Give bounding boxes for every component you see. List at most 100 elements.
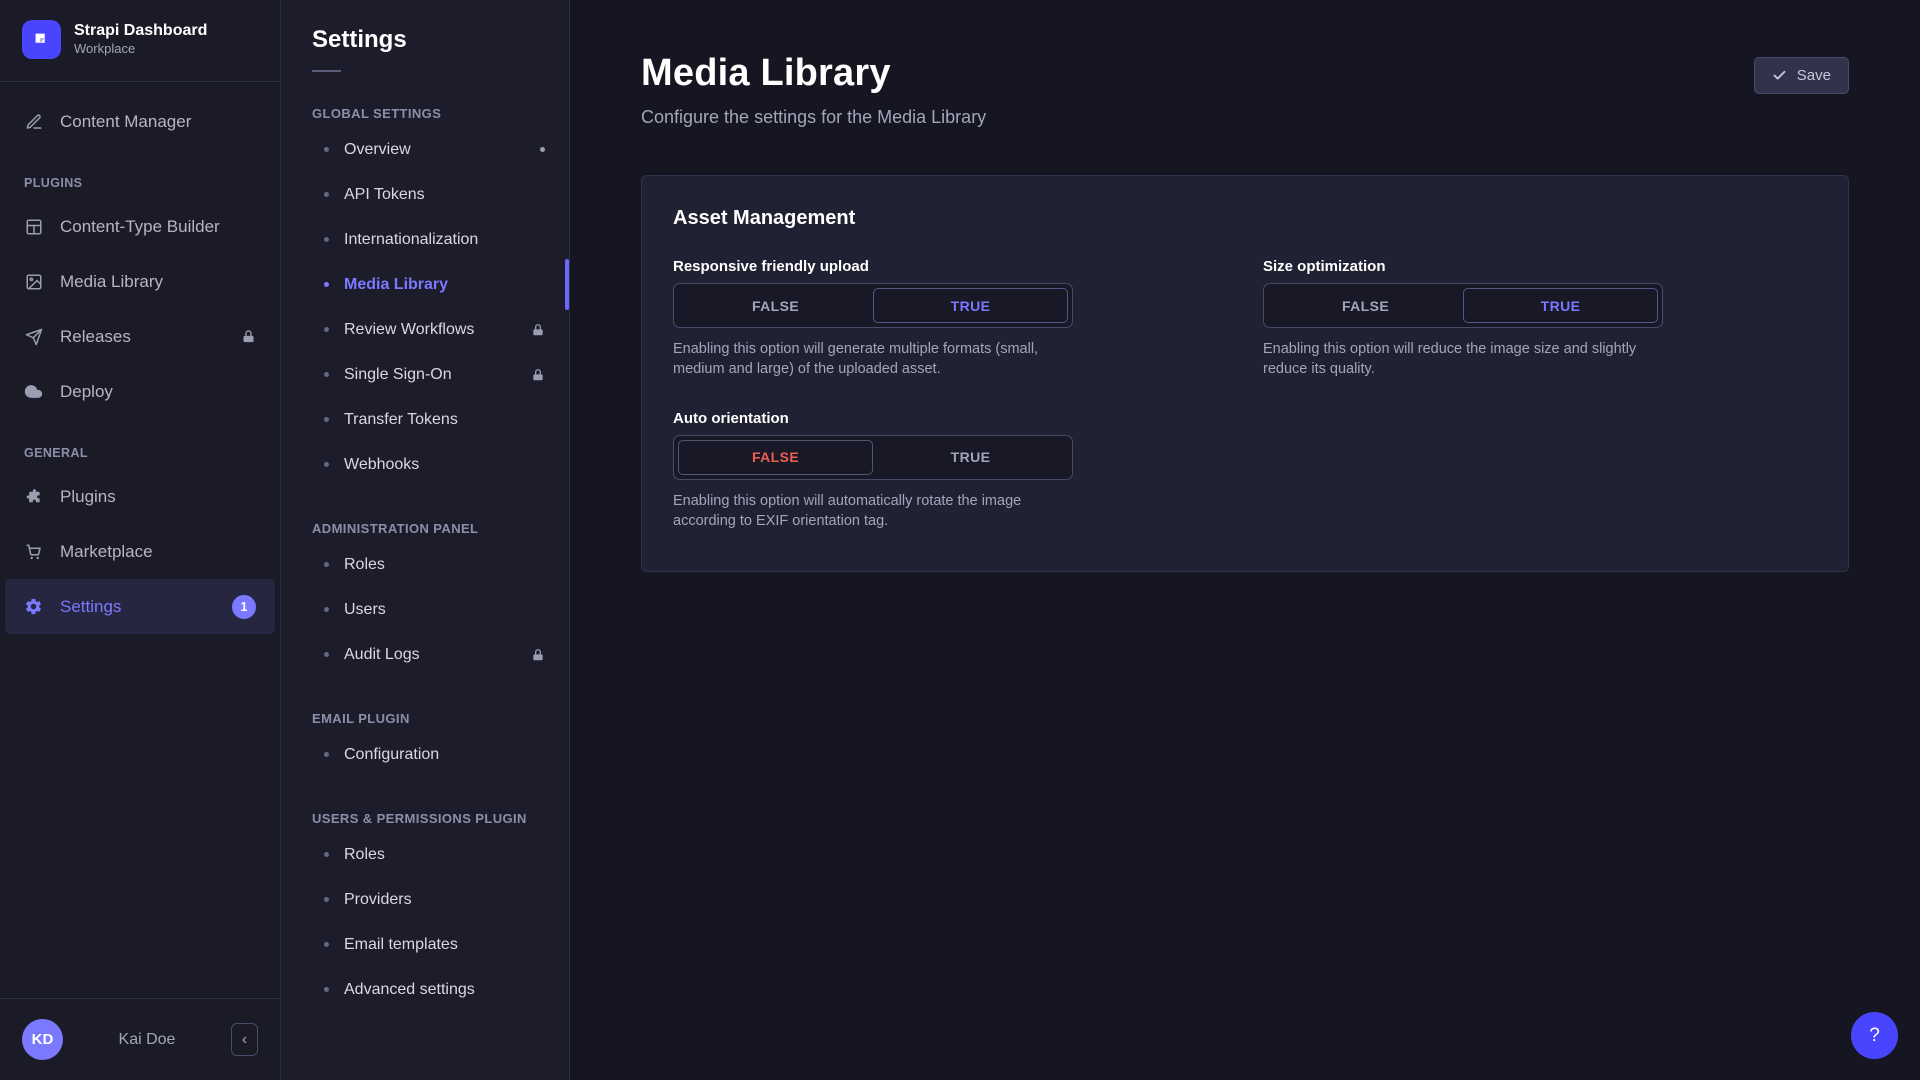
bullet-icon (324, 147, 329, 152)
subnav-item-internationalization[interactable]: Internationalization (281, 217, 569, 262)
lock-icon (531, 648, 545, 662)
subnav-item-label: Configuration (344, 746, 439, 764)
subnav-item-media-library[interactable]: Media Library (281, 262, 569, 307)
lock-icon (531, 368, 545, 382)
subnav-item-label: Review Workflows (344, 321, 474, 339)
subnav-item-transfer-tokens[interactable]: Transfer Tokens (281, 397, 569, 442)
bullet-icon (324, 752, 329, 757)
bullet-icon (324, 372, 329, 377)
subnav-item-label: Overview (344, 141, 411, 159)
sidebar-item-deploy[interactable]: Deploy (5, 364, 275, 419)
sidebar-item-marketplace[interactable]: Marketplace (5, 524, 275, 579)
workspace-switcher[interactable]: Strapi Dashboard Workplace (0, 0, 280, 82)
subnav-item-single-sign-on[interactable]: Single Sign-On (281, 352, 569, 397)
subnav-item-email-configuration[interactable]: Configuration (281, 732, 569, 777)
sidebar-section-plugins: PLUGINS (5, 149, 275, 199)
subnav-item-overview[interactable]: Overview (281, 127, 569, 172)
subnav-item-providers[interactable]: Providers (281, 877, 569, 922)
image-icon (24, 273, 43, 291)
toggle-option-true[interactable]: TRUE (873, 440, 1068, 475)
bullet-icon (324, 942, 329, 947)
cloud-icon (24, 382, 43, 401)
lock-icon (531, 323, 545, 337)
sidebar-item-label: Settings (60, 597, 121, 617)
sidebar-item-releases[interactable]: Releases (5, 309, 275, 364)
subnav-item-webhooks[interactable]: Webhooks (281, 442, 569, 487)
subnav-item-advanced-settings[interactable]: Advanced settings (281, 967, 569, 1012)
save-button[interactable]: Save (1754, 57, 1849, 94)
fields-grid: Responsive friendly upload FALSE TRUE En… (673, 258, 1817, 531)
layout-icon (24, 218, 43, 236)
toggle-option-false[interactable]: FALSE (1268, 288, 1463, 323)
save-button-label: Save (1797, 67, 1831, 84)
card-title: Asset Management (673, 207, 1817, 230)
sidebar-collapse-button[interactable]: ‹ (231, 1023, 258, 1056)
sidebar-item-label: Deploy (60, 382, 113, 402)
subnav-item-label: Internationalization (344, 231, 478, 249)
check-icon (1772, 68, 1787, 83)
bullet-icon (324, 237, 329, 242)
subnav-item-review-workflows[interactable]: Review Workflows (281, 307, 569, 352)
main-content: Media Library Configure the settings for… (570, 0, 1920, 1080)
subnav-item-label: Advanced settings (344, 981, 475, 999)
toggle-option-true[interactable]: TRUE (873, 288, 1068, 323)
subnav-item-up-roles[interactable]: Roles (281, 832, 569, 877)
bullet-icon (324, 327, 329, 332)
bullet-icon (324, 417, 329, 422)
page-header: Media Library Configure the settings for… (641, 0, 1849, 128)
subnav-item-audit-logs[interactable]: Audit Logs (281, 632, 569, 677)
subnav-item-label: Providers (344, 891, 412, 909)
toggle-option-true[interactable]: TRUE (1463, 288, 1658, 323)
field-hint: Enabling this option will automatically … (673, 491, 1073, 532)
page-title: Media Library (641, 52, 986, 95)
subnav-item-label: API Tokens (344, 186, 425, 204)
user-name: Kai Doe (119, 1031, 176, 1049)
toggle-option-false[interactable]: FALSE (678, 288, 873, 323)
toggle-option-false[interactable]: FALSE (678, 440, 873, 475)
field-hint: Enabling this option will generate multi… (673, 339, 1073, 380)
field-responsive-friendly-upload: Responsive friendly upload FALSE TRUE En… (673, 258, 1073, 380)
subnav-item-label: Webhooks (344, 456, 419, 474)
subnav-group-admin: ADMINISTRATION PANEL (281, 487, 569, 542)
subnav-item-label: Transfer Tokens (344, 411, 458, 429)
help-button[interactable]: ? (1851, 1012, 1898, 1059)
active-indicator (565, 259, 569, 310)
notification-dot-icon (540, 147, 545, 152)
subnav-item-users[interactable]: Users (281, 587, 569, 632)
field-size-optimization: Size optimization FALSE TRUE Enabling th… (1263, 258, 1663, 380)
size-optimization-toggle: FALSE TRUE (1263, 283, 1663, 328)
app-title: Strapi Dashboard (74, 21, 207, 41)
sidebar-item-plugins[interactable]: Plugins (5, 469, 275, 524)
sidebar-section-general: GENERAL (5, 419, 275, 469)
settings-subnav: Settings GLOBAL SETTINGS Overview API To… (281, 0, 570, 1080)
sidebar-item-media-library[interactable]: Media Library (5, 254, 275, 309)
user-avatar[interactable]: KD (22, 1019, 63, 1060)
sidebar-item-label: Releases (60, 327, 131, 347)
bullet-icon (324, 852, 329, 857)
subnav-item-label: Media Library (344, 276, 448, 294)
field-label: Responsive friendly upload (673, 258, 1073, 275)
subnav-item-email-templates[interactable]: Email templates (281, 922, 569, 967)
sidebar-item-settings[interactable]: Settings 1 (5, 579, 275, 634)
responsive-friendly-upload-toggle: FALSE TRUE (673, 283, 1073, 328)
subnav-item-label: Single Sign-On (344, 366, 452, 384)
subnav-item-label: Roles (344, 556, 385, 574)
field-auto-orientation: Auto orientation FALSE TRUE Enabling thi… (673, 410, 1073, 532)
asset-management-card: Asset Management Responsive friendly upl… (641, 175, 1849, 572)
subnav-item-admin-roles[interactable]: Roles (281, 542, 569, 587)
bullet-icon (324, 462, 329, 467)
bullet-icon (324, 192, 329, 197)
sidebar-nav: Content Manager PLUGINS Content-Type Bui… (0, 82, 280, 998)
subnav-item-api-tokens[interactable]: API Tokens (281, 172, 569, 217)
sidebar-item-content-manager[interactable]: Content Manager (5, 94, 275, 149)
bullet-icon (324, 652, 329, 657)
shopping-cart-icon (24, 543, 43, 561)
subnav-group-global: GLOBAL SETTINGS (281, 72, 569, 127)
chevron-left-icon: ‹ (242, 1031, 247, 1049)
sidebar-item-content-type-builder[interactable]: Content-Type Builder (5, 199, 275, 254)
subnav-item-label: Audit Logs (344, 646, 420, 664)
question-mark-icon: ? (1869, 1025, 1880, 1047)
sidebar-item-label: Marketplace (60, 542, 153, 562)
subnav-item-label: Roles (344, 846, 385, 864)
sidebar-item-label: Content Manager (60, 112, 191, 132)
